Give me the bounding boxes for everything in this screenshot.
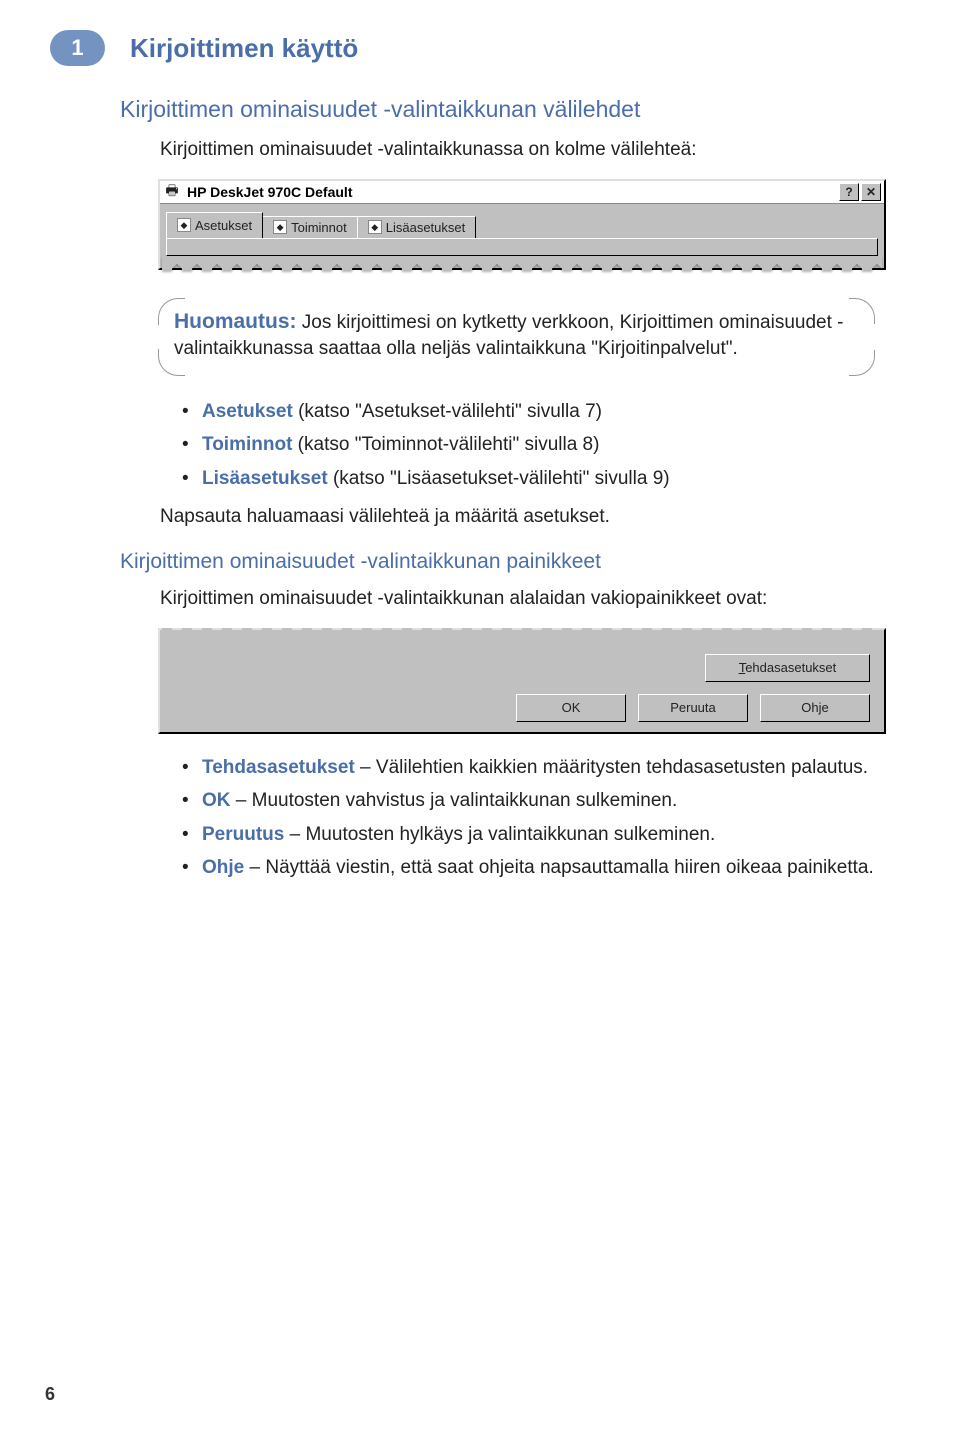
button-label: OK	[562, 700, 581, 715]
help-button[interactable]: Ohje	[760, 694, 870, 722]
list-item: Toiminnot (katso "Toiminnot-välilehti" s…	[182, 431, 875, 459]
list-text: – Näyttää viestin, että saat ohjeita nap…	[244, 857, 874, 878]
zigzag-edge	[162, 256, 882, 270]
keyword: Tehdasasetukset	[202, 757, 355, 778]
ok-button[interactable]: OK	[516, 694, 626, 722]
list-text: – Välilehtien kaikkien määritysten tehda…	[355, 757, 868, 778]
tab-toiminnot[interactable]: ◆ Toiminnot	[262, 216, 358, 238]
list-item: Ohje – Näyttää viestin, että saat ohjeit…	[182, 854, 875, 882]
intro-paragraph: Kirjoittimen ominaisuudet -valintaikkuna…	[160, 137, 875, 163]
chapter-title: Kirjoittimen käyttö	[130, 33, 358, 64]
list-text: (katso "Toiminnot-välilehti" sivulla 8)	[292, 434, 599, 455]
list-item: Tehdasasetukset – Välilehtien kaikkien m…	[182, 754, 875, 782]
dialog-titlebar: 🖶 HP DeskJet 970C Default ? ✕	[160, 181, 884, 204]
tab-label: Lisäasetukset	[386, 220, 466, 235]
section-heading: Kirjoittimen ominaisuudet -valintaikkuna…	[120, 96, 875, 123]
tab-panel	[166, 238, 878, 256]
tab-asetukset[interactable]: ◆ Asetukset	[166, 212, 263, 238]
zigzag-edge	[162, 628, 882, 642]
cancel-button[interactable]: Peruuta	[638, 694, 748, 722]
subsection-heading: Kirjoittimen ominaisuudet -valintaikkuna…	[120, 550, 875, 574]
list-item: Peruutus – Muutosten hylkäys ja valintai…	[182, 821, 875, 849]
dialog-title: HP DeskJet 970C Default	[187, 184, 352, 200]
factory-defaults-button[interactable]: Tehdasasetukset	[705, 654, 870, 682]
tab-icon: ◆	[273, 220, 287, 234]
printer-icon: 🖶	[163, 184, 181, 200]
tab-label: Toiminnot	[291, 220, 347, 235]
tab-icon: ◆	[368, 220, 382, 234]
list-text: (katso "Asetukset-välilehti" sivulla 7)	[293, 401, 602, 422]
keyword: Toiminnot	[202, 434, 292, 455]
keyword: Asetukset	[202, 401, 293, 422]
list-text: (katso "Lisäasetukset-välilehti" sivulla…	[328, 468, 670, 489]
chapter-number-badge: 1	[50, 30, 105, 66]
tabs-list: Asetukset (katso "Asetukset-välilehti" s…	[182, 398, 875, 493]
note-label: Huomautus:	[174, 310, 297, 333]
keyword: Peruutus	[202, 824, 284, 845]
keyword: Lisäasetukset	[202, 468, 328, 489]
page-number: 6	[45, 1384, 55, 1405]
help-button[interactable]: ?	[839, 183, 859, 201]
list-item: Lisäasetukset (katso "Lisäasetukset-väli…	[182, 465, 875, 493]
tab-icon: ◆	[177, 218, 191, 232]
list-item: Asetukset (katso "Asetukset-välilehti" s…	[182, 398, 875, 426]
tab-row: ◆ Asetukset ◆ Toiminnot ◆ Lisäasetukset	[160, 204, 884, 238]
chapter-header: 1 Kirjoittimen käyttö	[50, 30, 875, 66]
after-list-text: Napsauta haluamaasi välilehteä ja määrit…	[160, 504, 875, 530]
list-text: – Muutosten vahvistus ja valintaikkunan …	[231, 790, 678, 811]
button-label: Peruuta	[670, 700, 716, 715]
keyword: Ohje	[202, 857, 244, 878]
tab-lisaasetukset[interactable]: ◆ Lisäasetukset	[357, 216, 477, 238]
close-button[interactable]: ✕	[861, 183, 881, 201]
dialog-buttons-screenshot: Tehdasasetukset OK Peruuta Ohje	[158, 628, 886, 734]
dialog-tabs-screenshot: 🖶 HP DeskJet 970C Default ? ✕ ◆ Asetukse…	[158, 179, 886, 270]
list-item: OK – Muutosten vahvistus ja valintaikkun…	[182, 787, 875, 815]
intro2-paragraph: Kirjoittimen ominaisuudet -valintaikkuna…	[160, 586, 875, 612]
keyword: OK	[202, 790, 231, 811]
buttons-list: Tehdasasetukset – Välilehtien kaikkien m…	[182, 754, 875, 882]
note-box: Huomautus: Jos kirjoittimesi on kytketty…	[158, 298, 875, 376]
button-label: Ohje	[801, 700, 828, 715]
button-label: ehdasasetukset	[745, 660, 836, 675]
tab-label: Asetukset	[195, 218, 252, 233]
list-text: – Muutosten hylkäys ja valintaikkunan su…	[284, 824, 715, 845]
